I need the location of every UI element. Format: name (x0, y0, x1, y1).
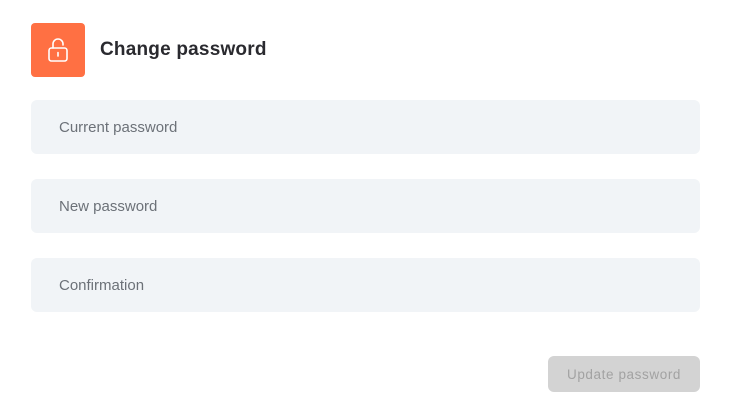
unlock-icon (48, 38, 68, 62)
card-header: Change password (31, 23, 267, 77)
update-password-button[interactable]: Update password (548, 356, 700, 392)
header-icon-badge (31, 23, 85, 77)
change-password-card: Change password Update password (0, 0, 734, 414)
new-password-field[interactable] (31, 179, 700, 233)
current-password-field[interactable] (31, 100, 700, 154)
page-title: Change password (100, 39, 267, 60)
confirmation-field[interactable] (31, 258, 700, 312)
